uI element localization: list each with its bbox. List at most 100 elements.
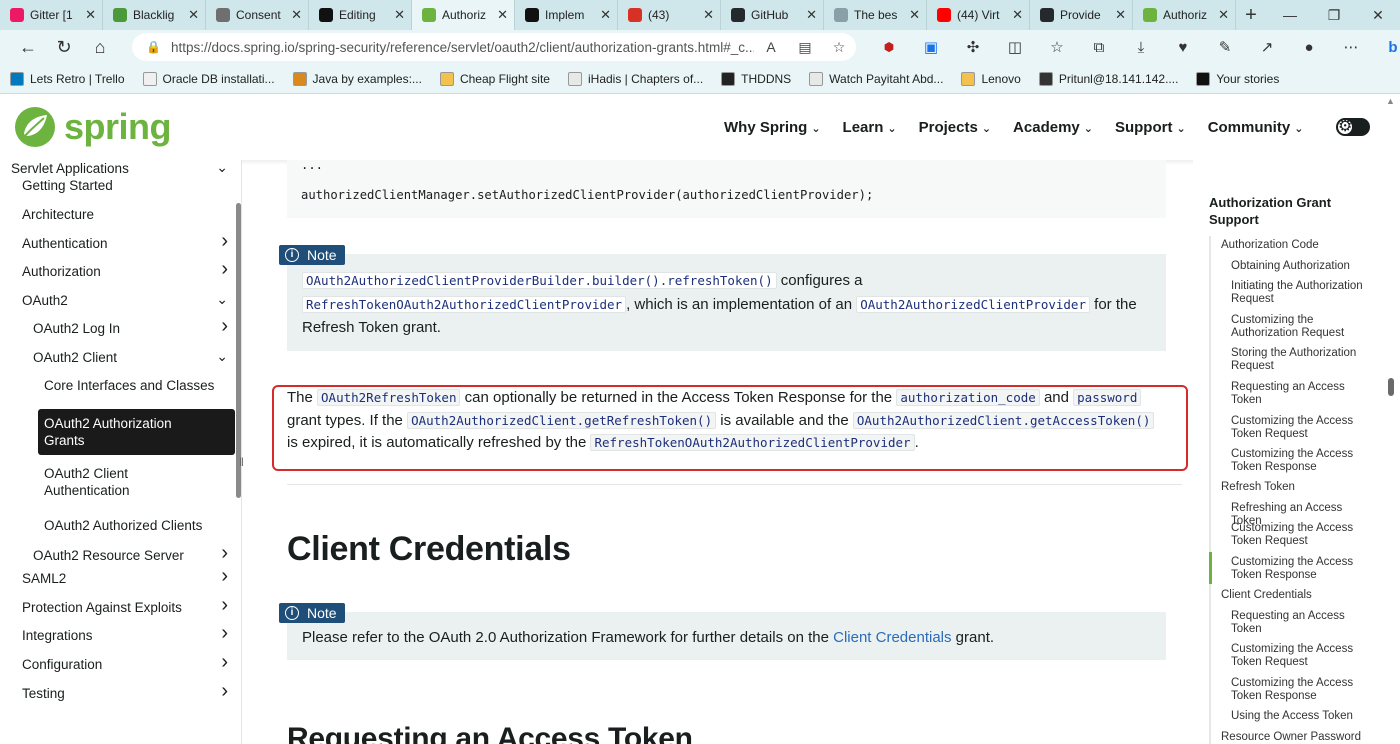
sidebar-item-core-interfaces-and-classes[interactable]: Core Interfaces and Classes [0,378,241,396]
nav-academy[interactable]: Academy ⌄ [1013,119,1093,136]
browser-tab[interactable]: Authoriz ✕ [1133,0,1236,30]
sidebar-item-getting-started[interactable]: Getting Started [0,178,241,196]
bookmark-item[interactable]: Lets Retro | Trello [10,71,125,86]
bookmark-item[interactable]: Lenovo [961,71,1021,86]
bookmark-item[interactable]: Oracle DB installati... [142,71,275,86]
performance-icon[interactable]: ♥ [1162,39,1204,56]
toc-item[interactable]: Customizing the Access Token Response [1231,556,1371,583]
maximize-icon[interactable]: ❐ [1312,0,1356,30]
chevron-down-icon[interactable]: ⌄ [216,160,228,176]
spring-logo[interactable]: spring [14,106,172,148]
screenshot-icon[interactable]: ▣ [910,38,952,56]
chevron-right-icon[interactable]: › [221,542,228,565]
minimize-icon[interactable]: — [1268,0,1312,30]
new-tab-button[interactable]: + [1236,4,1266,27]
browser-tab[interactable]: Editing ✕ [309,0,412,30]
lock-icon[interactable]: 🔒 [146,40,161,54]
tab-close-icon[interactable]: ✕ [806,7,817,23]
nav-support[interactable]: Support ⌄ [1115,119,1186,136]
browser-tab[interactable]: Blacklig ✕ [103,0,206,30]
chevron-right-icon[interactable]: › [221,651,228,674]
bookmark-item[interactable]: Watch Payitaht Abd... [809,71,943,86]
bookmark-item[interactable]: Cheap Flight site [439,71,550,86]
browser-tab[interactable]: GitHub ✕ [721,0,824,30]
reader-view-icon[interactable]: ▤ [788,39,822,56]
toc-item[interactable]: Customizing the Access Token Response [1231,448,1371,475]
url-text[interactable]: https://docs.spring.io/spring-security/r… [171,40,754,55]
refresh-icon[interactable]: ↻ [46,37,82,58]
sidebar-item-oauth2-client-authentication[interactable]: OAuth2 Client Authentication [0,465,241,511]
sidebar-item-testing[interactable]: Testing › [0,680,241,704]
toc-item[interactable]: Initiating the Authorization Request [1231,280,1371,307]
page-scrollbar-thumb[interactable] [1388,378,1394,396]
toc-item[interactable]: Resource Owner Password [1221,731,1371,744]
browser-tab[interactable]: Gitter [1 ✕ [0,0,103,30]
tab-close-icon[interactable]: ✕ [291,7,302,23]
tab-close-icon[interactable]: ✕ [1218,7,1229,23]
tab-close-icon[interactable]: ✕ [1115,7,1126,23]
home-icon[interactable]: ⌂ [82,37,118,58]
toc-item[interactable]: Obtaining Authorization [1231,260,1371,273]
nav-projects[interactable]: Projects ⌄ [919,119,991,136]
sidebar-item-integrations[interactable]: Integrations › [0,622,241,646]
toc-item[interactable]: Authorization Code [1221,239,1371,252]
chevron-right-icon[interactable]: › [221,565,228,588]
address-bar[interactable]: 🔒 https://docs.spring.io/spring-security… [132,33,856,61]
adblock-icon[interactable]: ⬢ [868,40,910,54]
share-icon[interactable]: ↗ [1246,38,1288,56]
tab-close-icon[interactable]: ✕ [1012,7,1023,23]
browser-tab[interactable]: (44) Virt ✕ [927,0,1030,30]
tab-close-icon[interactable]: ✕ [909,7,920,23]
nav-learn[interactable]: Learn ⌄ [843,119,897,136]
sidebar-item-oauth2[interactable]: OAuth2 ⌄ [0,291,241,311]
tab-close-icon[interactable]: ✕ [85,7,96,23]
bookmark-item[interactable]: THDDNS [721,71,791,86]
chevron-down-icon[interactable]: ⌄ [216,291,228,308]
toc-item[interactable]: Client Credentials [1221,589,1371,602]
sidebar-item-architecture[interactable]: Architecture [0,207,241,225]
page-scroll-up-icon[interactable]: ▲ [1386,96,1395,106]
toc-item[interactable]: Requesting an Access Token [1231,610,1371,637]
profile-avatar[interactable]: ● [1288,39,1330,56]
browser-tab[interactable]: Consent ✕ [206,0,309,30]
back-icon[interactable]: ← [10,37,46,58]
close-window-icon[interactable]: ✕ [1356,0,1400,30]
browser-tab[interactable]: Implem ✕ [515,0,618,30]
sidebar-item-authentication[interactable]: Authentication › [0,230,241,254]
sidebar-item-oauth2-authorized-clients[interactable]: OAuth2 Authorized Clients [0,518,241,536]
toc-item[interactable]: Customizing the Access Token Request [1231,643,1371,670]
toc-item[interactable]: Storing the Authorization Request [1231,347,1371,374]
tab-close-icon[interactable]: ✕ [188,7,199,23]
toc-item[interactable]: Customizing the Access Token Request [1231,522,1371,549]
toc-item[interactable]: Refresh Token [1221,481,1371,494]
tab-close-icon[interactable]: ✕ [497,7,508,23]
bookmark-item[interactable]: Java by examples:... [292,71,422,86]
collections-icon[interactable]: ⧉ [1078,39,1120,56]
favorite-star-icon[interactable]: ☆ [822,39,856,56]
chevron-right-icon[interactable]: › [221,622,228,645]
bookmark-item[interactable]: Pritunl@18.141.142.... [1038,71,1178,86]
extensions-icon[interactable]: ✣ [952,38,994,56]
sidebar-item-protection-against-exploits[interactable]: Protection Against Exploits › [0,594,241,618]
read-aloud-icon[interactable]: A [754,39,788,55]
chevron-right-icon[interactable]: › [221,594,228,617]
browser-tab[interactable]: Authoriz ✕ [412,0,515,30]
client-credentials-link[interactable]: Client Credentials [833,629,951,646]
sidebar-item-oauth2-client[interactable]: OAuth2 Client ⌄ [0,348,241,368]
sidebar-scrollbar[interactable] [236,203,241,498]
toc-item[interactable]: Customizing the Authorization Request [1231,314,1371,341]
bookmark-item[interactable]: iHadis | Chapters of... [567,71,703,86]
web-capture-icon[interactable]: ✎ [1204,38,1246,56]
sidebar-item-oauth2-log-in[interactable]: OAuth2 Log In › [0,315,241,339]
toc-item[interactable]: Requesting an Access Token [1231,381,1371,408]
favorites-icon[interactable]: ☆ [1036,38,1078,56]
browser-tab[interactable]: The bes ✕ [824,0,927,30]
sidebar-item-oauth2-authorization-grants[interactable]: OAuth2 Authorization Grants [38,409,235,455]
sidebar-item-configuration[interactable]: Configuration › [0,651,241,675]
nav-why-spring[interactable]: Why Spring ⌄ [724,119,821,136]
browser-tab[interactable]: Provide ✕ [1030,0,1133,30]
tab-close-icon[interactable]: ✕ [394,7,405,23]
sidebar-item-saml2[interactable]: SAML2 › [0,565,241,589]
browser-tab[interactable]: (43) ✕ [618,0,721,30]
chevron-right-icon[interactable]: › [221,230,228,253]
